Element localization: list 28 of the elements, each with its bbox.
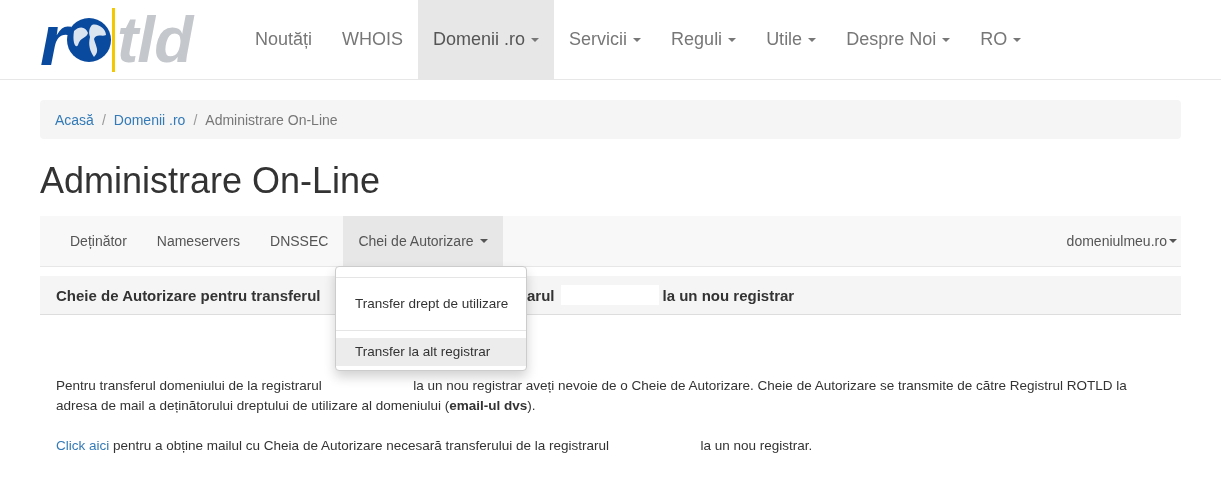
heading-text: Cheie de Autorizare pentru transferul (56, 286, 322, 304)
breadcrumb-separator: / (100, 111, 107, 128)
breadcrumb-separator: / (192, 111, 199, 128)
page-title: Administrare On-Line (40, 159, 382, 203)
menu-item[interactable]: Transfer la alt registrar (336, 338, 526, 367)
link[interactable]: Click aici (56, 438, 110, 454)
nav-item[interactable]: Despre Noi (831, 0, 966, 79)
nav-item[interactable]: Utile (751, 0, 832, 79)
subnav-tab[interactable]: Deținător (55, 216, 142, 267)
subnav-tab[interactable]: Chei de Autorizare (343, 216, 503, 267)
domain-dropdown[interactable]: domeniulmeu.ro (1066, 216, 1181, 267)
nav-item[interactable]: Domenii .ro (418, 0, 555, 79)
breadcrumb-link[interactable]: Domenii .ro (113, 111, 186, 128)
logo-drawing[interactable]: r tld (40, 0, 240, 80)
nav-item[interactable]: WHOIS (327, 0, 419, 79)
paragraph: Click aici pentru a obține mailul cu Cheia de Autorizare necesară transferului de la registrarul la un nou registrar. (56, 437, 814, 456)
nav-item[interactable]: Reguli (656, 0, 752, 79)
heading-text: arul (527, 286, 555, 304)
heading-text: la un nou registrar (662, 286, 795, 304)
breadcrumb-current: Administrare On-Line (205, 111, 338, 128)
nav-item[interactable]: RO (965, 0, 1037, 79)
menu-item[interactable]: Transfer drept de utilizare (336, 290, 526, 319)
nav-item[interactable]: Noutăți (240, 0, 328, 79)
paragraph: Pentru transferul domeniului de la registrarul la un nou registrar aveți nevoie de o Cheie de Autorizare. Cheie de Autorizare se transmite de către Registrul ROTLD la adresa de mail a deținătorului dreptului de utilizare al domeniului (email-ul dvs). (56, 377, 1128, 416)
breadcrumb-link[interactable]: Acasă (55, 111, 94, 128)
subnav-tab[interactable]: Nameservers (141, 216, 256, 267)
nav-item[interactable]: Servicii (554, 0, 657, 79)
subnav-tab[interactable]: DNSSEC (255, 216, 344, 267)
